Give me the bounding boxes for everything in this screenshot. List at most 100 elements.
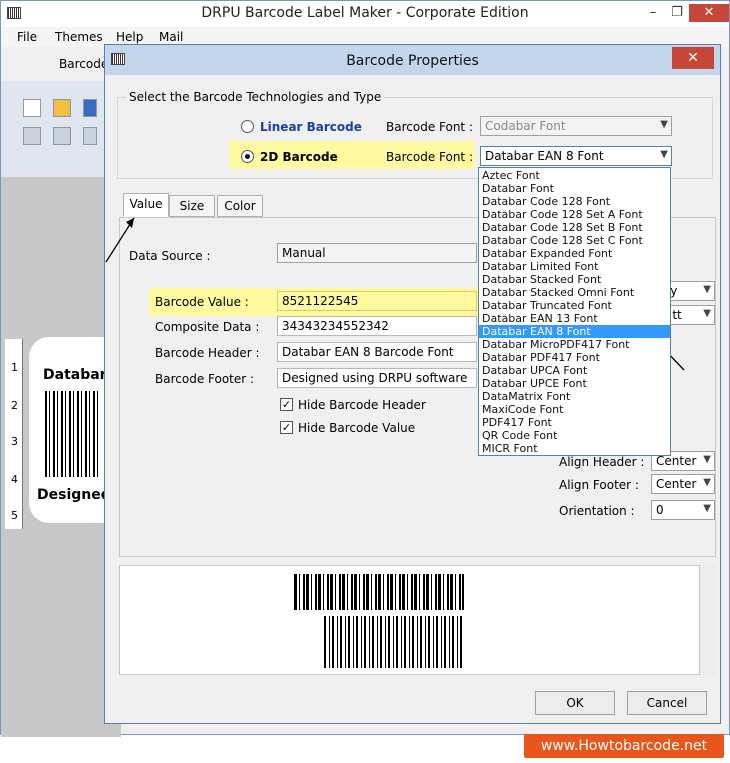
new-file-icon[interactable] — [23, 99, 41, 117]
menu-themes[interactable]: Themes — [55, 30, 103, 44]
2d-barcode-radio[interactable] — [241, 150, 254, 163]
align-header-label: Align Header : — [559, 455, 645, 469]
font-list-item[interactable]: Databar EAN 8 Font — [479, 325, 670, 338]
brand-badge[interactable]: www.Howtobarcode.net — [524, 734, 724, 758]
barcode-value-field[interactable]: 8521122545 — [277, 291, 477, 311]
barcode-header-label: Barcode Header : — [155, 346, 260, 360]
close-icon[interactable]: ✕ — [689, 4, 729, 22]
chevron-down-icon: ▼ — [703, 503, 711, 514]
open-folder-icon[interactable] — [53, 99, 71, 117]
font-list-item[interactable]: DataMatrix Font — [479, 390, 670, 403]
chevron-down-icon: ▼ — [660, 149, 668, 160]
ok-button[interactable]: OK — [535, 691, 615, 715]
composite-data-field[interactable]: 34343234552342 — [277, 316, 477, 336]
label-footer-text: Designed — [37, 487, 111, 503]
preview-barcode-bottom — [324, 616, 464, 668]
dialog-titlebar: Barcode Properties ✕ — [105, 45, 720, 75]
data-source-combo[interactable]: Manual — [277, 243, 477, 263]
tech-group-legend: Select the Barcode Technologies and Type — [126, 90, 385, 104]
preview-barcode-stacked-top — [294, 574, 464, 610]
preview-scrollbar[interactable] — [699, 565, 716, 675]
orientation-combo[interactable]: 0 ▼ — [651, 500, 715, 520]
dialog-title: Barcode Properties — [346, 53, 479, 69]
font-list-item[interactable]: Aztec Font — [479, 169, 670, 182]
font-list-item[interactable]: Databar Stacked Font — [479, 273, 670, 286]
linear-font-value: Codabar Font — [485, 119, 566, 133]
font-list-item[interactable]: Databar Font — [479, 182, 670, 195]
2d-barcode-label[interactable]: 2D Barcode — [260, 150, 338, 164]
tab-color[interactable]: Color — [217, 195, 263, 217]
chevron-down-icon: ▼ — [703, 308, 711, 319]
barcode-preview — [119, 565, 716, 675]
menu-file[interactable]: File — [17, 30, 37, 44]
2d-font-combo[interactable]: Databar EAN 8 Font ▼ — [480, 146, 672, 166]
font-list-item[interactable]: Databar Limited Font — [479, 260, 670, 273]
label-barcode-image — [45, 391, 101, 477]
lock-icon[interactable] — [83, 127, 97, 145]
font-list-item[interactable]: Databar UPCA Font — [479, 364, 670, 377]
align-header-value: Center — [656, 454, 697, 468]
font-list-item[interactable]: Databar PDF417 Font — [479, 351, 670, 364]
align-footer-value: Center — [656, 477, 697, 491]
composite-data-label: Composite Data : — [155, 320, 260, 334]
hide-value-label[interactable]: Hide Barcode Value — [298, 421, 415, 435]
barcode-value-label: Barcode Value : — [155, 295, 249, 309]
orientation-label: Orientation : — [559, 504, 635, 518]
linear-font-combo[interactable]: Codabar Font ▼ — [480, 116, 672, 136]
tab-size[interactable]: Size — [169, 195, 215, 217]
barcode-font-dropdown-list[interactable]: Aztec Font Databar Font Databar Code 128 F… — [478, 167, 671, 456]
font-list-item[interactable]: Databar Stacked Omni Font — [479, 286, 670, 299]
orientation-value: 0 — [656, 503, 664, 517]
linear-font-label: Barcode Font : — [386, 120, 473, 134]
maximize-icon[interactable]: ❐ — [665, 4, 689, 22]
ribbon-tab-barcode[interactable]: Barcode — [59, 57, 108, 71]
data-source-value: Manual — [282, 246, 326, 260]
annotation-arrow-tab — [105, 217, 135, 263]
font-list-item[interactable]: Databar EAN 13 Font — [479, 312, 670, 325]
ruler-number: 5 — [11, 509, 18, 522]
data-source-label: Data Source : — [129, 249, 211, 263]
ruler-number: 4 — [11, 473, 18, 486]
chevron-down-icon: ▼ — [703, 454, 711, 465]
paste-icon[interactable] — [53, 127, 71, 145]
2d-font-value: Databar EAN 8 Font — [485, 149, 604, 163]
minimize-icon[interactable]: – — [641, 4, 665, 22]
copy-icon[interactable] — [23, 127, 41, 145]
font-list-item[interactable]: Databar Code 128 Set B Font — [479, 221, 670, 234]
dialog-close-icon[interactable]: ✕ — [672, 47, 714, 69]
main-titlebar: DRPU Barcode Label Maker - Corporate Edi… — [1, 1, 729, 27]
font-list-item[interactable]: Databar UPCE Font — [479, 377, 670, 390]
font-list-item[interactable]: Databar Code 128 Font — [479, 195, 670, 208]
font-list-item[interactable]: MICR Font — [479, 442, 670, 455]
hide-header-checkbox[interactable]: ✓ — [280, 398, 293, 411]
font-list-item[interactable]: PDF417 Font — [479, 416, 670, 429]
chevron-down-icon: ▼ — [660, 119, 668, 130]
menu-mail[interactable]: Mail — [159, 30, 183, 44]
font-list-item[interactable]: MaxiCode Font — [479, 403, 670, 416]
ruler-number: 1 — [11, 361, 18, 374]
ruler-number: 3 — [11, 435, 18, 448]
toolbar — [1, 81, 121, 177]
font-list-item[interactable]: Databar Code 128 Set A Font — [479, 208, 670, 221]
font-list-item[interactable]: QR Code Font — [479, 429, 670, 442]
align-footer-combo[interactable]: Center ▼ — [651, 474, 715, 494]
linear-barcode-radio[interactable] — [241, 120, 254, 133]
label-header-text: Databar — [43, 367, 107, 383]
save-icon[interactable] — [83, 99, 97, 117]
font-list-item[interactable]: Databar Expanded Font — [479, 247, 670, 260]
cancel-button[interactable]: Cancel — [627, 691, 707, 715]
linear-barcode-label[interactable]: Linear Barcode — [260, 120, 362, 134]
font-list-item[interactable]: Databar MicroPDF417 Font — [479, 338, 670, 351]
align-footer-label: Align Footer : — [559, 478, 639, 492]
window-title: DRPU Barcode Label Maker - Corporate Edi… — [201, 5, 529, 21]
menu-help[interactable]: Help — [116, 30, 143, 44]
hide-header-label[interactable]: Hide Barcode Header — [298, 398, 426, 412]
2d-font-label: Barcode Font : — [386, 150, 473, 164]
chevron-down-icon: ▼ — [703, 284, 711, 295]
hide-value-checkbox[interactable]: ✓ — [280, 421, 293, 434]
vertical-ruler: 1 2 3 4 5 — [5, 339, 23, 529]
barcode-header-field[interactable]: Databar EAN 8 Barcode Font — [277, 342, 477, 362]
font-list-item[interactable]: Databar Code 128 Set C Font — [479, 234, 670, 247]
font-list-item[interactable]: Databar Truncated Font — [479, 299, 670, 312]
barcode-footer-field[interactable]: Designed using DRPU software — [277, 368, 477, 388]
